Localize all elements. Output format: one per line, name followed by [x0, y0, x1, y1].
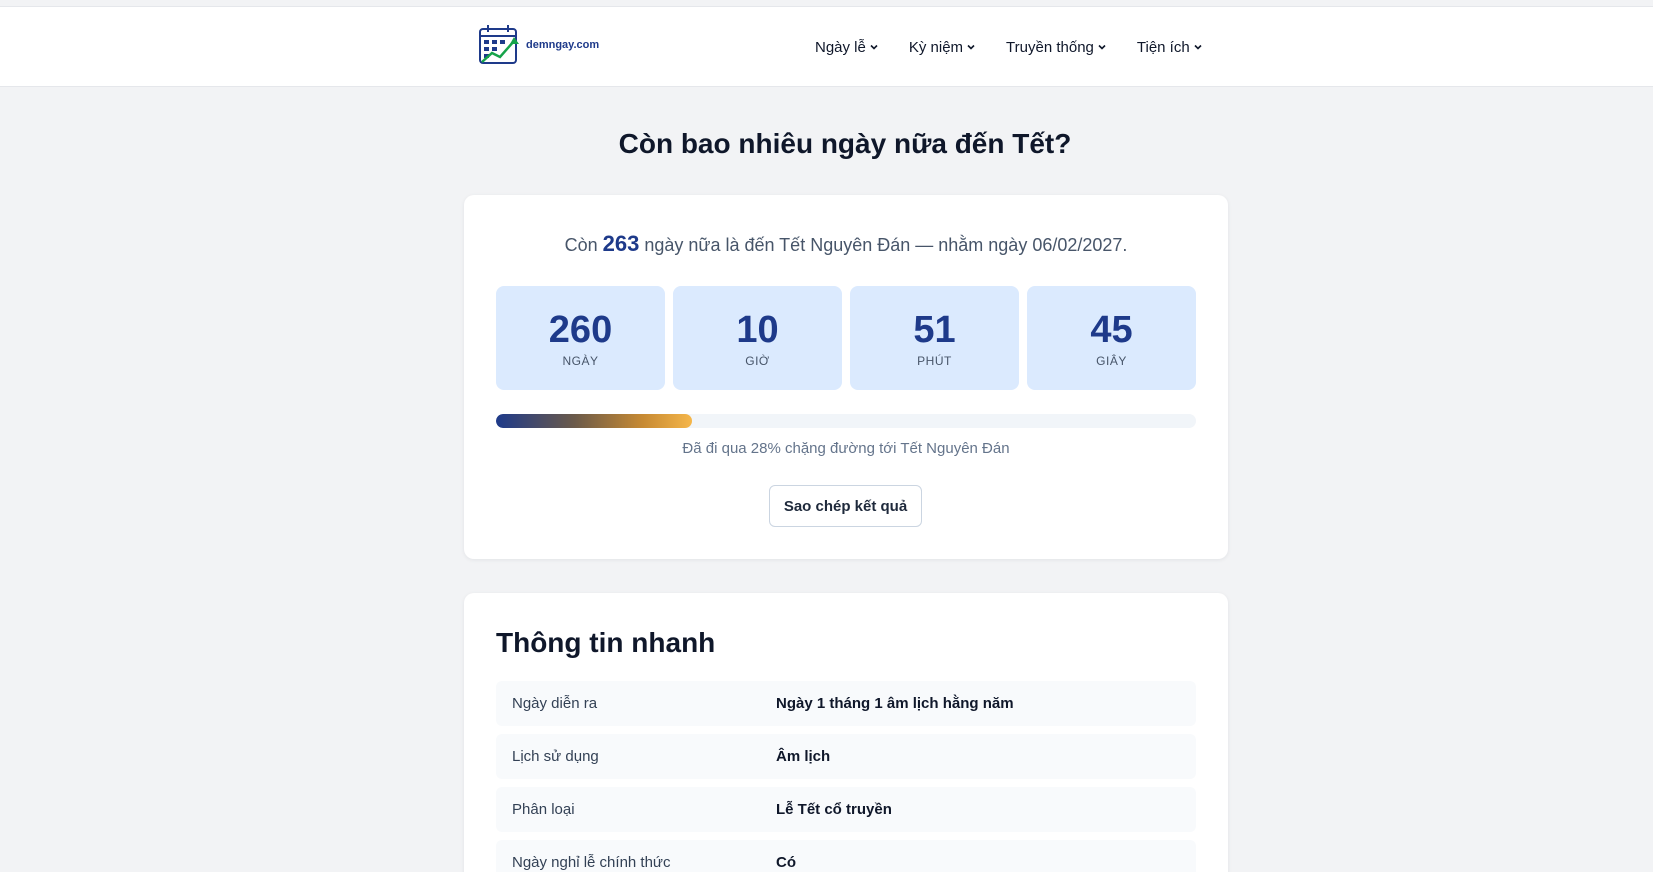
site-logo[interactable]: demngay.com [478, 24, 599, 66]
countdown-card: Còn 263 ngày nữa là đến Tết Nguyên Đán —… [464, 195, 1228, 559]
info-key: Ngày nghỉ lễ chính thức [512, 854, 671, 871]
nav-item-label: Kỳ niệm [908, 38, 964, 56]
chevron-down-icon [967, 44, 975, 50]
countdown-summary: Còn 263 ngày nữa là đến Tết Nguyên Đán —… [464, 231, 1228, 257]
countdown-value: 45 [1090, 309, 1133, 351]
info-value: Ngày 1 tháng 1 âm lịch hằng năm [776, 695, 1014, 712]
countdown-unit: NGÀY [562, 354, 599, 368]
nav-item-label: Ngày lễ [815, 38, 866, 56]
page-title: Còn bao nhiêu ngày nữa đến Tết? [618, 128, 1072, 159]
chevron-down-icon [1098, 44, 1106, 50]
countdown-value: 260 [548, 309, 613, 351]
countdown-box-hours: 10 GIỜ [673, 286, 842, 390]
main-nav: Ngày lễ Kỳ niệm Truyền thống Tiện ích [815, 7, 1233, 87]
quick-info-card: Thông tin nhanh Ngày diễn ra Ngày 1 thán… [464, 593, 1228, 872]
info-value: Âm lịch [776, 748, 831, 765]
site-header: demngay.com Ngày lễ Kỳ niệm Truyền thống… [0, 7, 1653, 87]
copy-result-button[interactable]: Sao chép kết quả [769, 485, 922, 527]
info-value: Có [776, 854, 796, 871]
chevron-down-icon [870, 44, 878, 50]
info-key: Phân loại [512, 801, 575, 818]
info-value: Lễ Tết cổ truyền [776, 801, 892, 818]
table-row: Phân loại Lễ Tết cổ truyền [496, 787, 1196, 832]
table-row: Ngày diễn ra Ngày 1 tháng 1 âm lịch hằng… [496, 681, 1196, 726]
countdown-boxes: 260 NGÀY 10 GIỜ 51 PHÚT 45 GIÂY [496, 286, 1204, 390]
countdown-unit: PHÚT [917, 354, 952, 368]
table-row: Lịch sử dụng Âm lịch [496, 734, 1196, 779]
summary-prefix: Còn [564, 235, 598, 255]
countdown-unit: GIỜ [745, 354, 770, 368]
summary-days: 263 [602, 231, 640, 256]
summary-suffix: ngày nữa là đến Tết Nguyên Đán — nhằm ng… [644, 235, 1128, 255]
countdown-box-minutes: 51 PHÚT [850, 286, 1019, 390]
logo-text: demngay.com [526, 39, 600, 51]
table-row: Ngày nghỉ lễ chính thức Có [496, 840, 1196, 872]
nav-item-tien-ich[interactable]: Tiện ích [1137, 39, 1203, 56]
nav-item-label: Truyền thống [1006, 38, 1094, 56]
progress-text: Đã đi qua 28% chặng đường tới Tết Nguyên… [682, 440, 1010, 457]
quick-info-title: Thông tin nhanh [496, 627, 716, 658]
nav-item-ky-niem[interactable]: Kỳ niệm [909, 39, 976, 56]
nav-item-label: Tiện ích [1136, 38, 1190, 56]
countdown-value: 10 [736, 309, 779, 351]
progress-bar [496, 414, 1196, 428]
countdown-value: 51 [913, 309, 956, 351]
info-key: Lịch sử dụng [512, 748, 599, 765]
nav-item-truyen-thong[interactable]: Truyền thống [1006, 39, 1107, 56]
quick-info-table: Ngày diễn ra Ngày 1 tháng 1 âm lịch hằng… [496, 681, 1196, 872]
calendar-chart-logo-icon [479, 25, 519, 64]
countdown-box-days: 260 NGÀY [496, 286, 665, 390]
countdown-unit: GIÂY [1096, 354, 1127, 368]
chevron-down-icon [1194, 44, 1202, 50]
nav-item-ngay-le[interactable]: Ngày lễ [815, 39, 879, 56]
progress-fill [496, 414, 692, 428]
info-key: Ngày diễn ra [512, 695, 598, 712]
countdown-box-seconds: 45 GIÂY [1027, 286, 1196, 390]
